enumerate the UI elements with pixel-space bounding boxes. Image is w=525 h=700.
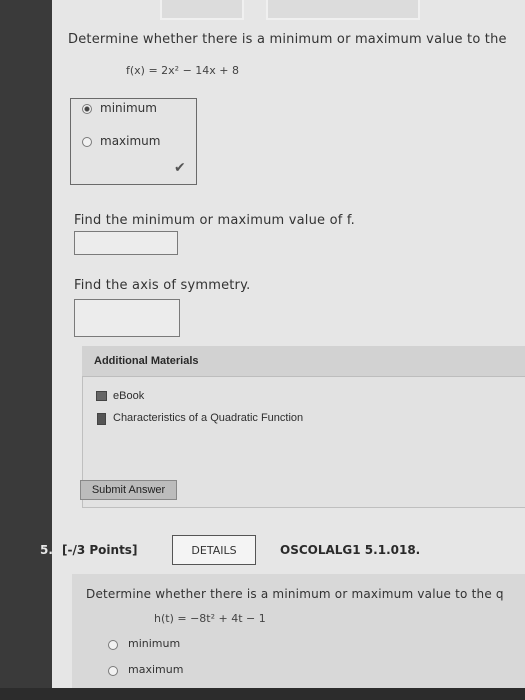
characteristics-link[interactable]: Characteristics of a Quadratic Function [113, 412, 303, 424]
q4-min-max-prompt: Find the minimum or maximum value of f. [74, 213, 355, 228]
q5-number: 5. [40, 543, 53, 557]
radio-maximum[interactable] [82, 137, 92, 147]
additional-materials-title: Additional Materials [94, 355, 199, 367]
q5-choice-minimum-label: minimum [128, 637, 181, 650]
q5-radio-minimum[interactable] [108, 640, 118, 650]
q5-radio-maximum[interactable] [108, 666, 118, 676]
left-margin [0, 0, 52, 700]
check-icon: ✔ [174, 160, 186, 176]
ebook-icon [96, 391, 107, 401]
choice-maximum-label: maximum [100, 134, 161, 148]
top-field-2[interactable] [266, 0, 420, 20]
bottom-margin [0, 688, 525, 700]
min-max-value-input[interactable] [74, 231, 178, 255]
q4-prompt: Determine whether there is a minimum or … [68, 32, 507, 47]
ebook-link[interactable]: eBook [113, 390, 144, 402]
document-icon [97, 413, 106, 425]
q5-code: OSCOLALG1 5.1.018. [280, 543, 421, 557]
q4-axis-prompt: Find the axis of symmetry. [74, 278, 251, 293]
top-field-1[interactable] [160, 0, 244, 20]
q5-equation: h(t) = −8t² + 4t − 1 [154, 612, 266, 625]
q5-points: [-/3 Points] [62, 543, 138, 557]
details-button[interactable]: DETAILS [172, 535, 256, 565]
q5-prompt: Determine whether there is a minimum or … [86, 587, 504, 601]
axis-of-symmetry-input[interactable] [74, 299, 180, 337]
radio-minimum[interactable] [82, 104, 92, 114]
submit-answer-button[interactable]: Submit Answer [80, 480, 177, 500]
q5-choice-maximum-label: maximum [128, 663, 184, 676]
q4-equation: f(x) = 2x² − 14x + 8 [126, 64, 240, 77]
choice-minimum-label: minimum [100, 101, 157, 115]
